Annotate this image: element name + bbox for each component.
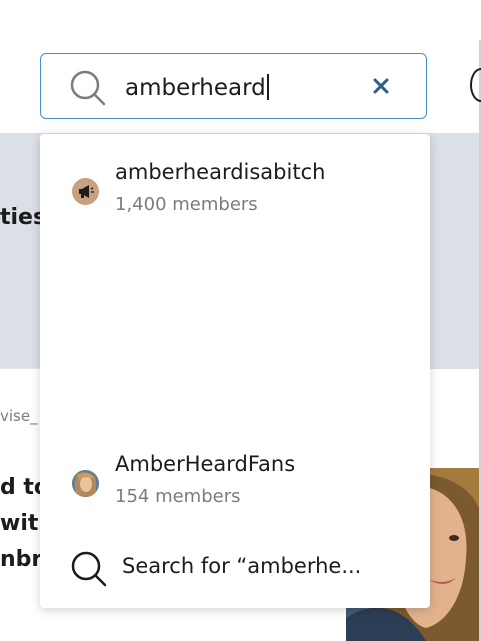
search-suggestions-dropdown: amberheardisabitch 1,400 members AmberHe… (40, 134, 430, 608)
community-name: AmberHeardFans (115, 452, 296, 476)
megaphone-icon (72, 178, 99, 205)
search-input-value[interactable]: amberheard (125, 74, 269, 101)
post-title-line-3[interactable]: nbr (0, 547, 42, 572)
community-avatar (72, 470, 99, 497)
post-author-fragment: vise_ (0, 407, 38, 425)
search-icon (70, 550, 108, 592)
search-for-query-option[interactable]: Search for “amberhe... (40, 534, 430, 594)
search-result-community[interactable]: amberheardisabitch 1,400 members (40, 156, 430, 226)
search-input[interactable]: amberheard (40, 53, 427, 119)
search-result-community[interactable]: AmberHeardFans 154 members (40, 448, 430, 518)
text-caret (266, 74, 269, 100)
close-icon[interactable] (371, 76, 391, 96)
community-name: amberheardisabitch (115, 160, 326, 184)
member-count: 154 members (115, 486, 241, 507)
search-icon (69, 69, 107, 111)
user-icon[interactable] (470, 68, 481, 102)
member-count: 1,400 members (115, 194, 258, 215)
search-for-label: Search for “amberhe... (122, 554, 362, 578)
divider (0, 368, 40, 369)
